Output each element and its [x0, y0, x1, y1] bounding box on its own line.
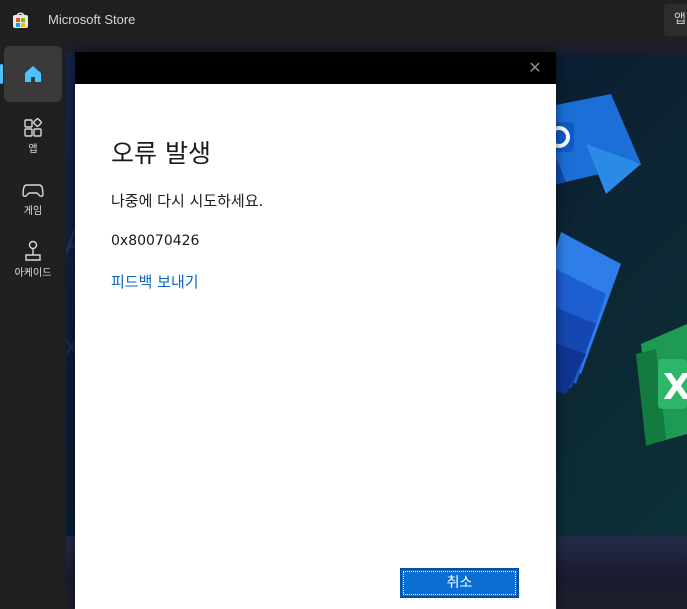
- title-bar: Microsoft Store 앱: [0, 0, 687, 42]
- app-title: Microsoft Store: [48, 12, 136, 27]
- dialog-message: 나중에 다시 시도하세요.: [111, 192, 264, 210]
- svg-text:X: X: [663, 367, 687, 408]
- microsoft-store-icon: [13, 12, 28, 28]
- sidebar-item-games[interactable]: 게임: [4, 180, 62, 217]
- apps-icon: [24, 118, 43, 137]
- feedback-link[interactable]: 피드백 보내기: [111, 271, 199, 292]
- sidebar-item-arcade[interactable]: 아케이드: [4, 240, 62, 279]
- sidebar-item-home[interactable]: [0, 46, 62, 102]
- dialog-title-bar: ✕: [75, 52, 556, 84]
- home-icon: [25, 66, 41, 82]
- top-right-button[interactable]: 앱: [664, 4, 687, 36]
- active-indicator: [0, 64, 3, 84]
- sidebar-item-label: 아케이드: [14, 268, 52, 279]
- close-icon[interactable]: ✕: [526, 59, 544, 77]
- error-code: 0x80070426: [111, 233, 200, 249]
- gamepad-icon: [22, 184, 44, 197]
- error-dialog: ✕ 오류 발생 나중에 다시 시도하세요. 0x80070426 피드백 보내기…: [75, 52, 556, 609]
- excel-icon: X: [636, 324, 687, 446]
- sidebar-item-label: 게임: [23, 206, 43, 217]
- cancel-button[interactable]: 취소: [400, 568, 519, 598]
- joystick-icon: [25, 240, 41, 261]
- sidebar-item-label: 앱: [28, 144, 38, 155]
- dialog-title: 오류 발생: [111, 139, 211, 168]
- sidebar: 앱 게임 아케이드: [0, 42, 66, 609]
- sidebar-item-apps[interactable]: 앱: [4, 118, 62, 155]
